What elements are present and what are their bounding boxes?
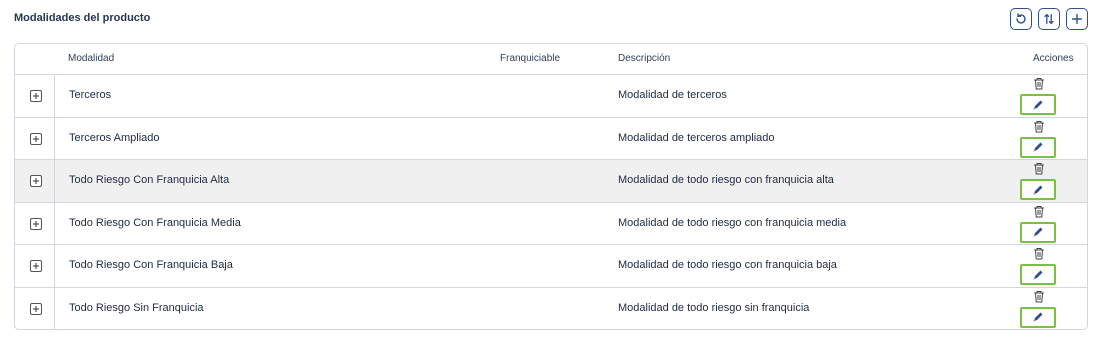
edit-button[interactable]	[1020, 136, 1056, 158]
pencil-icon	[1033, 312, 1043, 322]
expand-row-button[interactable]	[30, 217, 42, 230]
edit-button[interactable]	[1020, 264, 1056, 286]
cell-descripcion: Modalidad de todo riesgo con franquicia …	[618, 216, 847, 229]
expand-row-button[interactable]	[30, 132, 42, 145]
sort-button[interactable]	[1038, 8, 1060, 30]
table-body: Terceros Modalidad de terceros Terceros …	[15, 75, 1087, 329]
table-row: Terceros Modalidad de terceros	[15, 75, 1087, 118]
trash-icon[interactable]	[1033, 162, 1045, 175]
cell-descripcion: Modalidad de todo riesgo sin franquicia	[618, 301, 810, 314]
refresh-icon	[1016, 13, 1026, 24]
expand-cell	[15, 160, 55, 202]
table-row: Terceros Ampliado Modalidad de terceros …	[15, 117, 1087, 161]
cell-modalidad: Terceros Ampliado	[69, 131, 160, 144]
cell-modalidad: Todo Riesgo Con Franquicia Media	[69, 216, 241, 229]
edit-button[interactable]	[1020, 94, 1056, 115]
cell-descripcion: Modalidad de todo riesgo con franquicia …	[618, 259, 837, 272]
pencil-icon	[1033, 185, 1043, 195]
pencil-icon	[1033, 142, 1043, 152]
refresh-button[interactable]	[1010, 8, 1032, 30]
expand-cell	[15, 245, 55, 287]
trash-icon[interactable]	[1033, 120, 1045, 133]
expand-row-button[interactable]	[30, 175, 42, 188]
header-descripcion: Descripción	[618, 53, 671, 64]
plus-icon	[33, 93, 39, 99]
header-acciones: Acciones	[1033, 53, 1074, 64]
cell-modalidad: Todo Riesgo Con Franquicia Alta	[69, 174, 230, 187]
pencil-icon	[1033, 100, 1043, 109]
plus-icon	[1071, 13, 1083, 25]
cell-descripcion: Modalidad de todo riesgo con franquicia …	[618, 174, 834, 187]
expand-cell	[15, 75, 55, 117]
expand-row-button[interactable]	[30, 90, 42, 102]
trash-icon[interactable]	[1033, 247, 1045, 260]
table-toolbar	[1010, 8, 1088, 30]
sort-icon	[1044, 13, 1054, 25]
table-row: Todo Riesgo Con Franquicia Baja Modalida…	[15, 245, 1087, 288]
expand-cell	[15, 202, 55, 245]
pencil-icon	[1033, 270, 1043, 280]
plus-icon	[33, 220, 39, 227]
table-row: Todo Riesgo Con Franquicia Media Modalid…	[15, 202, 1087, 246]
expand-cell	[15, 117, 55, 160]
cell-descripcion: Modalidad de terceros	[618, 89, 727, 101]
pencil-icon	[1033, 227, 1043, 237]
table-header: Modalidad Franquiciable Descripción Acci…	[15, 44, 1087, 75]
add-button[interactable]	[1066, 8, 1088, 30]
expand-cell	[15, 287, 55, 329]
expand-row-button[interactable]	[30, 302, 42, 315]
trash-icon[interactable]	[1033, 290, 1045, 303]
edit-button[interactable]	[1020, 306, 1056, 328]
cell-modalidad: Todo Riesgo Con Franquicia Baja	[69, 259, 233, 272]
trash-icon[interactable]	[1033, 77, 1045, 90]
expand-row-button[interactable]	[30, 260, 42, 273]
plus-icon	[33, 263, 39, 270]
edit-button[interactable]	[1020, 179, 1056, 201]
trash-icon[interactable]	[1033, 205, 1045, 218]
header-franquiciable: Franquiciable	[500, 53, 561, 64]
plus-icon	[33, 135, 39, 142]
table-row: Todo Riesgo Con Franquicia Alta Modalida…	[15, 160, 1087, 203]
header-modalidad: Modalidad	[68, 53, 115, 64]
plus-icon	[33, 178, 39, 185]
plus-icon	[33, 305, 39, 312]
edit-button[interactable]	[1020, 221, 1056, 243]
cell-modalidad: Terceros	[69, 89, 112, 101]
cell-descripcion: Modalidad de terceros ampliado	[618, 131, 775, 144]
section-title: Modalidades del producto	[14, 12, 151, 24]
cell-modalidad: Todo Riesgo Sin Franquicia	[69, 301, 204, 314]
table-row: Todo Riesgo Sin Franquicia Modalidad de …	[15, 287, 1087, 329]
modalidades-table: Modalidad Franquiciable Descripción Acci…	[14, 43, 1088, 330]
